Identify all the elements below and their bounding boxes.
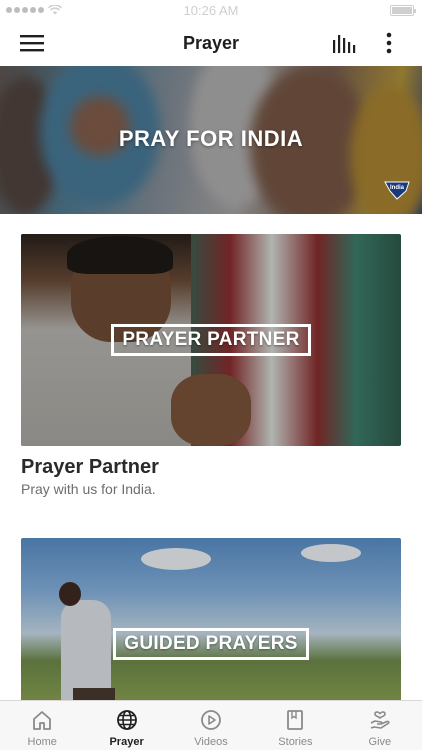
pray-for-india-banner[interactable]: PRAY FOR INDIA bbox=[0, 66, 422, 214]
tab-give[interactable]: Give bbox=[338, 701, 422, 750]
tab-label: Home bbox=[27, 736, 57, 748]
tab-label: Give bbox=[368, 736, 392, 748]
status-bar: 10:26 AM bbox=[0, 0, 422, 20]
home-icon bbox=[33, 711, 52, 730]
tab-prayer[interactable]: Prayer bbox=[84, 701, 168, 750]
stats-button[interactable] bbox=[326, 28, 362, 58]
tab-label: Prayer bbox=[109, 736, 144, 748]
prayer-partner-card[interactable]: PRAYER PARTNER Prayer Partner Pray with … bbox=[21, 234, 401, 497]
prayer-partner-image: PRAYER PARTNER bbox=[21, 234, 401, 446]
battery-icon bbox=[390, 5, 416, 16]
book-icon bbox=[287, 710, 304, 730]
tab-videos[interactable]: Videos bbox=[169, 701, 253, 750]
status-time: 10:26 AM bbox=[183, 3, 239, 18]
more-options-button[interactable] bbox=[374, 28, 404, 58]
tab-home[interactable]: Home bbox=[0, 701, 84, 750]
prayer-partner-label: PRAYER PARTNER bbox=[111, 324, 311, 356]
more-vertical-icon bbox=[386, 32, 392, 54]
play-circle-icon bbox=[201, 710, 221, 730]
hero-title: PRAY FOR INDIA bbox=[118, 126, 304, 151]
guided-prayers-label: GUIDED PRAYERS bbox=[113, 628, 309, 660]
nav-bar: Prayer bbox=[0, 20, 422, 66]
tab-stories[interactable]: Stories bbox=[253, 701, 337, 750]
svg-text:India: India bbox=[390, 185, 405, 191]
tab-label: Stories bbox=[278, 736, 313, 748]
globe-icon bbox=[116, 710, 137, 730]
tab-label: Videos bbox=[194, 736, 228, 748]
give-hand-heart-icon bbox=[370, 711, 390, 729]
bar-chart-icon bbox=[333, 35, 356, 53]
tab-bar: Home Prayer Videos Stories Give bbox=[0, 700, 422, 750]
card-title: Prayer Partner bbox=[21, 456, 159, 478]
india-map-logo: India bbox=[384, 181, 410, 200]
card-subtitle: Pray with us for India. bbox=[21, 481, 156, 497]
